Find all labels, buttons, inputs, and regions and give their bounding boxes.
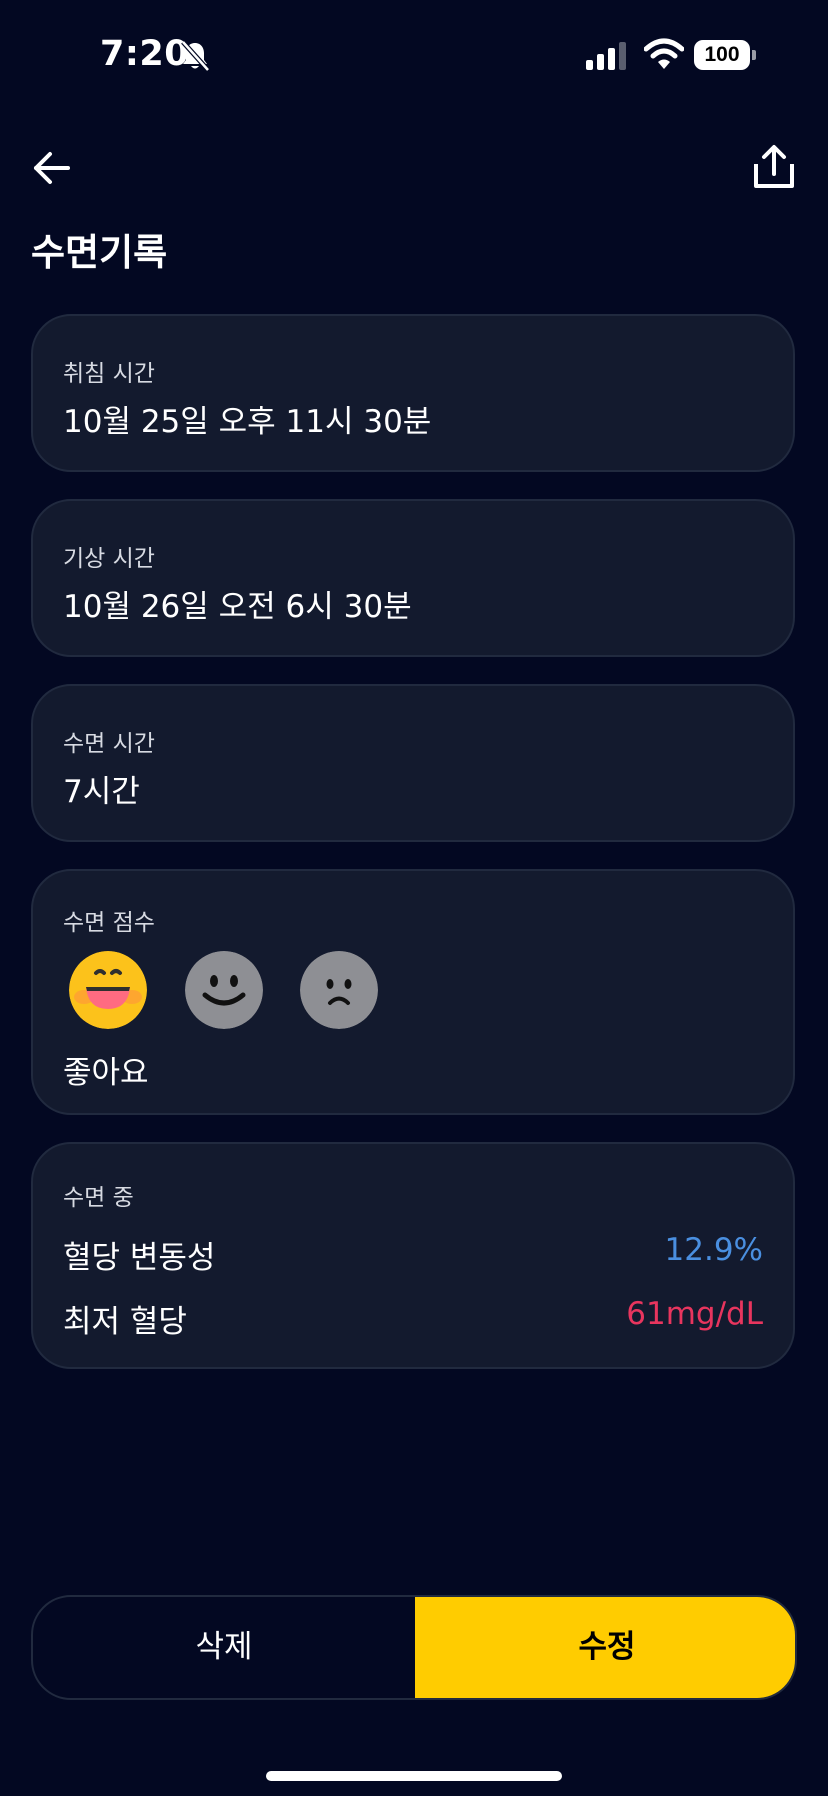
- sleep-score-card: 수면 점수 좋아요: [31, 869, 795, 1115]
- bedtime-card[interactable]: 취침 시간 10월 25일 오후 11시 30분: [31, 314, 795, 472]
- glucose-variability-label: 혈당 변동성: [63, 1240, 216, 1276]
- page-title: 수면기록: [31, 231, 168, 274]
- glucose-variability-value: 12.9%: [664, 1232, 763, 1268]
- wifi-icon: [644, 38, 684, 69]
- home-indicator[interactable]: [266, 1771, 562, 1781]
- sleep-duration-label: 수면 시간: [63, 731, 155, 757]
- back-arrow-icon[interactable]: [30, 146, 78, 190]
- sleep-duration-value: 7시간: [63, 774, 140, 810]
- lowest-glucose-value: 61mg/dL: [626, 1296, 763, 1332]
- action-button-bar: 삭제 수정: [31, 1595, 797, 1700]
- wake-time-label: 기상 시간: [63, 546, 155, 572]
- battery-tip: [752, 50, 756, 60]
- bell-off-icon: [181, 40, 210, 72]
- share-icon[interactable]: [752, 144, 796, 190]
- wake-time-card[interactable]: 기상 시간 10월 26일 오전 6시 30분: [31, 499, 795, 657]
- cellular-signal-icon: [586, 42, 626, 70]
- sleep-score-label: 수면 점수: [63, 910, 155, 936]
- sad-face-icon[interactable]: [300, 951, 378, 1029]
- delete-button[interactable]: 삭제: [33, 1597, 415, 1698]
- wake-time-value: 10월 26일 오전 6시 30분: [63, 589, 412, 625]
- battery-level: 100: [694, 40, 750, 70]
- during-sleep-card: 수면 중 혈당 변동성 12.9% 최저 혈당 61mg/dL: [31, 1142, 795, 1369]
- bedtime-label: 취침 시간: [63, 361, 155, 387]
- lowest-glucose-label: 최저 혈당: [63, 1304, 187, 1340]
- status-bar: 7:20 100: [0, 0, 828, 110]
- neutral-face-icon[interactable]: [185, 951, 263, 1029]
- sleep-score-rating: 좋아요: [63, 1055, 149, 1091]
- good-face-icon[interactable]: [69, 951, 147, 1029]
- status-time: 7:20: [100, 34, 190, 74]
- during-sleep-label: 수면 중: [63, 1185, 134, 1211]
- sleep-duration-card: 수면 시간 7시간: [31, 684, 795, 842]
- bedtime-value: 10월 25일 오후 11시 30분: [63, 404, 432, 440]
- battery-indicator: 100: [694, 40, 756, 70]
- edit-button[interactable]: 수정: [415, 1597, 795, 1698]
